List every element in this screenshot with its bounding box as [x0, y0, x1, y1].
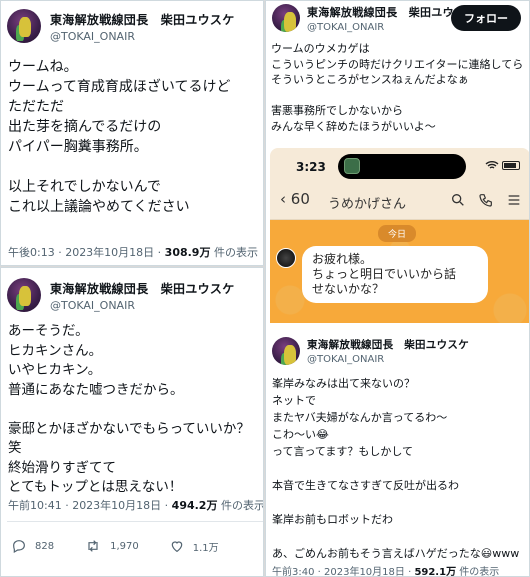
- view-count: 494.2万: [171, 499, 218, 512]
- tweet-meta: 午前10:41 · 2023年10月18日 · 494.2万 件の表示: [8, 497, 264, 513]
- avatar[interactable]: [7, 9, 41, 43]
- search-icon[interactable]: [450, 192, 466, 208]
- app-thumbnail-icon: [344, 158, 360, 174]
- dynamic-island: [338, 154, 466, 179]
- divider: [7, 521, 263, 522]
- retweet-button[interactable]: 1,970: [84, 538, 139, 554]
- wifi-icon: [485, 161, 499, 169]
- reply-count: 828: [35, 540, 55, 552]
- chat-screenshot: 3:23 ‹ 60 うめかげさん 今日 お疲れ様。 ちょっと明日でいいから話 せ…: [270, 148, 529, 323]
- view-suffix: 件の表示: [210, 246, 258, 259]
- follow-button[interactable]: フォロー: [451, 5, 521, 31]
- tweet-meta: 午前3:40 · 2023年10月18日 · 592.1万 件の表示: [272, 563, 500, 577]
- tweet-header: 東海解放戦線団長 柴田ユウスケ @TOKAI_ONAIR: [7, 9, 235, 43]
- tweet-card-4: 東海解放戦線団長 柴田ユウスケ @TOKAI_ONAIR 峯岸みなみは出て来ない…: [266, 323, 529, 576]
- like-count: 1.1万: [192, 542, 219, 554]
- timestamp[interactable]: 午後0:13 · 2023年10月18日 ·: [8, 246, 165, 259]
- display-name[interactable]: 東海解放戦線団長 柴田ユウスケ: [307, 337, 469, 352]
- display-name[interactable]: 東海解放戦線団長 柴田ユウスケ: [50, 11, 235, 28]
- heart-icon: [171, 541, 183, 553]
- timestamp[interactable]: 午前10:41 · 2023年10月18日 ·: [8, 499, 172, 512]
- status-time: 3:23: [296, 160, 326, 174]
- retweet-count: 1,970: [110, 540, 139, 552]
- reply-button[interactable]: 828: [11, 538, 54, 554]
- tweet-header: 東海解放戦線団長 柴田ユウスケ @TOKAI_ONAIR: [7, 278, 235, 312]
- menu-icon[interactable]: [506, 192, 522, 208]
- timestamp[interactable]: 午前3:40 · 2023年10月18日 ·: [272, 567, 414, 576]
- tweet-actions: 828 1,970 1.1万: [11, 538, 263, 554]
- like-button[interactable]: 1.1万: [169, 538, 219, 554]
- chat-name: うめかげさん: [328, 197, 407, 212]
- unread-count: 60: [290, 190, 310, 208]
- message-bubble: お疲れ様。 ちょっと明日でいいから話 せないかな？: [302, 246, 488, 303]
- tweet-text: ウームのウメカゲは こういうピンチの時だけクリエイターに連絡してら そういうとこ…: [271, 42, 524, 133]
- avatar[interactable]: [272, 4, 300, 32]
- user-handle[interactable]: @TOKAI_ONAIR: [307, 354, 469, 365]
- date-pill: 今日: [378, 225, 417, 242]
- view-suffix: 件の表示: [217, 499, 264, 512]
- view-suffix: 件の表示: [456, 567, 500, 577]
- view-count: 592.1万: [414, 567, 457, 577]
- phone-icon[interactable]: [478, 192, 494, 208]
- status-bar: 3:23: [270, 148, 529, 184]
- tweet-text: あーそうだ。 ヒカキンさん。 いやヒカキン。 普通にあなた嘘つきだから。 豪邸と…: [8, 323, 250, 495]
- tweet-text: 峯岸みなみは出て来ないの？ ネットで またヤバ夫婦がなんか言ってるわ～ こわ～い…: [272, 377, 520, 560]
- tweet-text: ウームね。 ウームって育成育成ほざいてるけど ただただ 出た芽を摘んでるだけの …: [8, 59, 231, 215]
- chat-header: ‹ 60 うめかげさん: [270, 184, 529, 220]
- avatar[interactable]: [272, 337, 300, 365]
- status-icons: [485, 160, 520, 170]
- user-handle[interactable]: @TOKAI_ONAIR: [50, 299, 235, 312]
- battery-icon: [502, 160, 520, 170]
- view-count: 308.9万: [164, 246, 211, 259]
- avatar[interactable]: [7, 278, 41, 312]
- back-button[interactable]: ‹ 60: [280, 190, 310, 208]
- tweet-card-1: 東海解放戦線団長 柴田ユウスケ @TOKAI_ONAIR ウームね。 ウームって…: [0, 0, 264, 266]
- tweet-card-2: 東海解放戦線団長 柴田ユウスケ @TOKAI_ONAIR あーそうだ。 ヒカキン…: [0, 267, 264, 577]
- tweet-header: 東海解放戦線団長 柴田ユウスケ @TOKAI_ONAIR: [272, 337, 469, 365]
- chevron-left-icon: ‹: [280, 190, 291, 208]
- display-name[interactable]: 東海解放戦線団長 柴田ユウスケ: [50, 280, 235, 297]
- user-handle[interactable]: @TOKAI_ONAIR: [50, 30, 235, 43]
- chat-area: 今日 お疲れ様。 ちょっと明日でいいから話 せないかな？: [270, 220, 529, 323]
- tweet-meta: 午後0:13 · 2023年10月18日 · 308.9万 件の表示: [8, 244, 258, 260]
- retweet-icon: [88, 540, 98, 552]
- tweet-card-3: 東海解放戦線団長 柴田ユウス... @TOKAI_ONAIR ··· フォロー …: [265, 0, 530, 577]
- sender-avatar: [276, 248, 296, 268]
- reply-icon: [13, 540, 25, 554]
